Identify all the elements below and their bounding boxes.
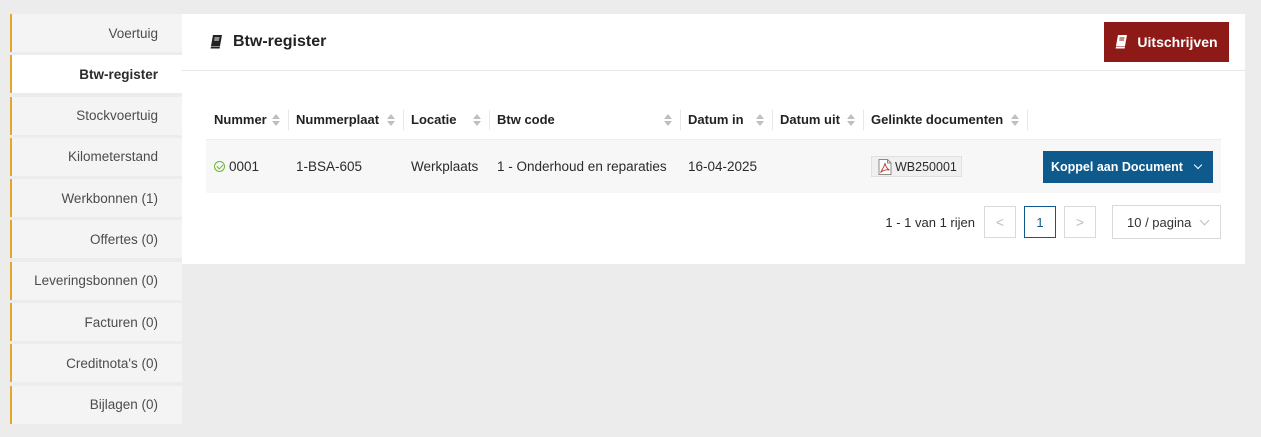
column-header-locatie[interactable]: Locatie [403,100,489,139]
cell-locatie: Werkplaats [411,159,479,174]
sidebar-item-label: Creditnota's (0) [66,355,158,371]
cell-nummer: 0001 [206,140,288,193]
sidebar-item-bijlagen[interactable]: Bijlagen (0) [10,385,182,424]
column-header-btw-code[interactable]: Btw code [489,100,680,139]
page-button-1[interactable]: 1 [1024,206,1056,238]
sidebar: Voertuig Btw-register Stockvoertuig Kilo… [10,14,182,427]
book-icon [1116,35,1128,49]
column-header-actions [1027,100,1221,139]
btw-register-table: Nummer Nummerplaat Locatie Btw code Datu… [206,100,1221,193]
sidebar-item-label: Leveringsbonnen (0) [34,273,158,289]
sidebar-item-stockvoertuig[interactable]: Stockvoertuig [10,96,182,135]
sidebar-item-creditnotas[interactable]: Creditnota's (0) [10,344,182,383]
koppel-aan-document-label: Koppel aan Document [1051,159,1183,174]
cell-datum-uit [772,140,863,193]
sort-icon[interactable] [473,113,481,126]
sidebar-item-label: Kilometerstand [67,149,158,165]
cell-nummerplaat: 1-BSA-605 [296,159,363,174]
page-title: Btw-register [233,33,327,50]
pdf-icon [878,158,892,175]
sort-icon[interactable] [756,113,764,126]
table-header-row: Nummer Nummerplaat Locatie Btw code Datu… [206,100,1221,140]
sidebar-item-label: Voertuig [108,25,158,41]
column-header-datum-in[interactable]: Datum in [680,100,772,139]
prev-page-button[interactable]: < [984,206,1016,238]
cell-btw-code: 1 - Onderhoud en reparaties [497,159,667,174]
page-size-value: 10 / pagina [1127,214,1192,230]
panel-header: Btw-register Uitschrijven [182,14,1245,71]
chevron-down-icon [1193,160,1203,169]
column-header-label: Gelinkte documenten [871,112,1004,127]
column-header-label: Btw code [497,112,555,127]
koppel-aan-document-button[interactable]: Koppel aan Document [1043,150,1213,183]
sidebar-item-leveringsbonnen[interactable]: Leveringsbonnen (0) [10,261,182,300]
column-header-label: Locatie [411,112,457,127]
table-row[interactable]: 0001 1-BSA-605 Werkplaats 1 - Onderhoud … [206,140,1221,193]
uitschrijven-label: Uitschrijven [1137,34,1218,50]
nummer-value: 0001 [229,159,260,174]
sort-icon[interactable] [1011,113,1019,126]
linked-document-link[interactable]: WB250001 [871,156,962,177]
sort-icon[interactable] [847,113,855,126]
column-header-datum-uit[interactable]: Datum uit [772,100,863,139]
cell-actions: Koppel aan Document [1027,140,1221,193]
sidebar-item-label: Btw-register [79,66,158,82]
main-panel: Btw-register Uitschrijven Nummer Nummerp… [182,14,1245,264]
sidebar-item-facturen[interactable]: Facturen (0) [10,303,182,342]
pagination-info: 1 - 1 van 1 rijen [885,214,975,230]
linked-document-label: WB250001 [895,159,957,174]
sort-icon[interactable] [387,113,395,126]
column-header-label: Datum in [688,112,744,127]
book-icon [210,35,222,49]
column-header-nummerplaat[interactable]: Nummerplaat [288,100,403,139]
cell-datum-in: 16-04-2025 [688,159,758,174]
sort-icon[interactable] [664,113,672,126]
chevron-down-icon [1199,215,1210,225]
sidebar-item-werkbonnen[interactable]: Werkbonnen (1) [10,179,182,218]
sidebar-item-label: Facturen (0) [84,314,158,330]
column-header-label: Nummer [214,112,267,127]
sidebar-item-offertes[interactable]: Offertes (0) [10,220,182,259]
sidebar-item-label: Werkbonnen (1) [61,190,158,206]
chevron-left-icon: < [995,214,1005,230]
cell-gelinkte-documenten: WB250001 [863,140,1027,193]
sidebar-item-label: Offertes (0) [89,231,158,247]
pagination: 1 - 1 van 1 rijen < 1 > 10 / pagina [885,205,1221,239]
sidebar-item-label: Bijlagen (0) [89,397,158,413]
column-header-label: Nummerplaat [296,112,380,127]
sidebar-item-btw-register[interactable]: Btw-register [10,55,182,94]
check-circle-icon [214,161,225,172]
column-header-gelinkte-documenten[interactable]: Gelinkte documenten [863,100,1027,139]
page-size-select[interactable]: 10 / pagina [1112,205,1221,239]
sort-icon[interactable] [272,113,280,126]
sidebar-item-label: Stockvoertuig [76,108,158,124]
sidebar-item-voertuig[interactable]: Voertuig [10,14,182,52]
column-header-label: Datum uit [780,112,840,127]
chevron-right-icon: > [1075,214,1085,230]
sidebar-item-kilometerstand[interactable]: Kilometerstand [10,137,182,176]
column-header-nummer[interactable]: Nummer [206,100,288,139]
uitschrijven-button[interactable]: Uitschrijven [1104,22,1229,62]
next-page-button[interactable]: > [1064,206,1096,238]
